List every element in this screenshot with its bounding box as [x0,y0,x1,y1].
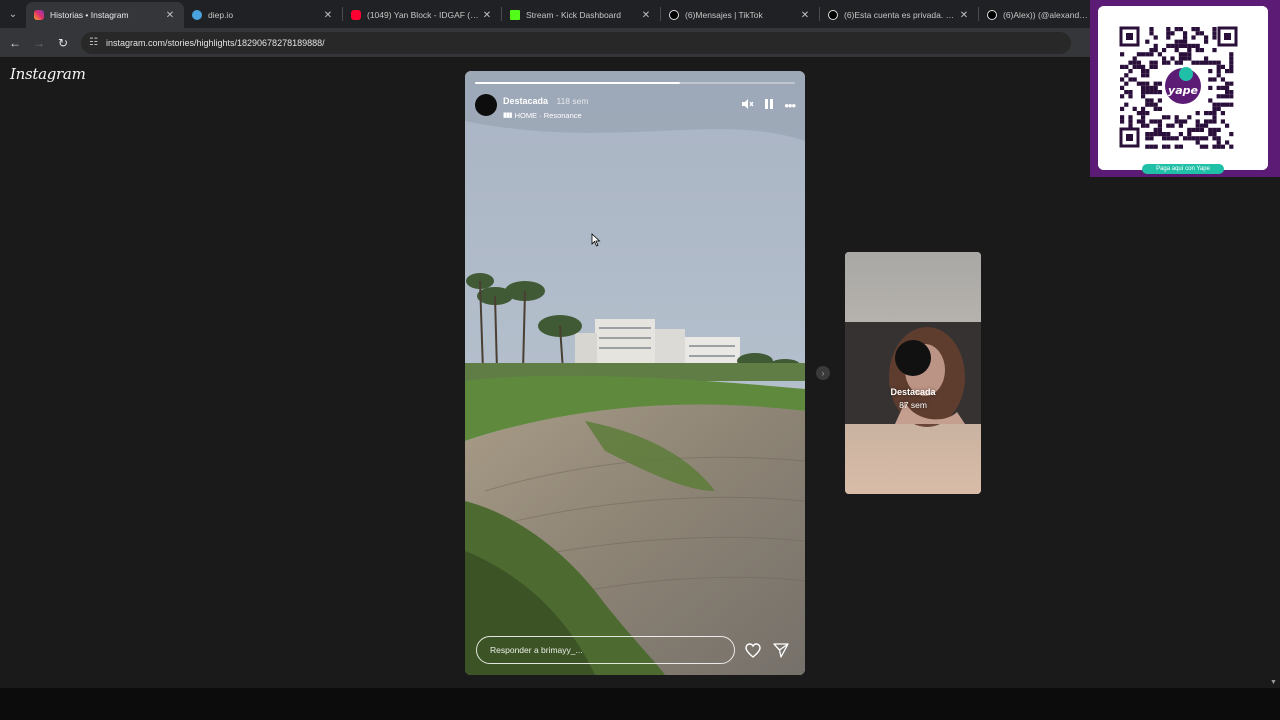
tiktok-icon [669,10,679,20]
tab-tiktok-messages[interactable]: (6)Mensajes | TikTok ✕ [661,2,819,28]
music-title: HOME · Resonance [514,110,582,120]
tab-title: (6)Esta cuenta es privada. Sigu [844,10,958,20]
qr-code: yape [1098,6,1268,170]
kick-icon [510,10,520,20]
tab-kick[interactable]: Stream - Kick Dashboard ✕ [502,2,660,28]
tab-title: (6)Mensajes | TikTok [685,10,763,20]
qr-overlay: yape Paga aquí con Yape [1090,0,1280,177]
url-text: instagram.com/stories/highlights/1829067… [105,37,325,48]
story-meta: Destacada 118 sem ▮▮▮ HOME · Resonance [503,91,741,120]
close-tab-icon[interactable]: ✕ [322,10,334,21]
close-tab-icon[interactable]: ✕ [958,10,970,21]
instagram-icon [34,10,44,20]
youtube-icon [351,10,361,20]
story-progress-bar [475,82,795,84]
story-time: 118 sem [556,95,589,106]
close-tab-icon[interactable]: ✕ [799,10,811,21]
tab-youtube[interactable]: (1049) Yan Block - IDGAF (Vide ✕ [343,2,501,28]
story-viewer[interactable]: Destacada 118 sem ▮▮▮ HOME · Resonance •… [465,71,805,675]
forward-icon[interactable]: → [27,31,51,55]
close-tab-icon[interactable]: ✕ [640,10,652,21]
scroll-down-icon[interactable]: ▼ [1270,679,1277,686]
tab-diep[interactable]: diep.io ✕ [184,2,342,28]
instagram-logo[interactable]: Instagram [10,65,86,83]
diep-icon [192,10,202,20]
preview-username: Destacada [890,387,936,397]
yape-logo: yape [1168,84,1198,97]
browser-window: ⌄ Historias • Instagram ✕ diep.io ✕ (104… [0,0,1280,720]
tab-title: (1049) Yan Block - IDGAF (Vide [367,10,481,20]
send-icon[interactable] [771,640,791,660]
story-music[interactable]: ▮▮▮ HOME · Resonance [503,111,741,120]
tab-search-icon[interactable]: ⌄ [0,0,26,28]
story-progress-fill [475,82,680,84]
tab-tiktok-private[interactable]: (6)Esta cuenta es privada. Sigu ✕ [820,2,978,28]
reply-input[interactable] [476,636,735,664]
reload-icon[interactable]: ↻ [51,31,75,55]
instagram-page: Instagram Destacada 118 sem ▮▮▮ HOME · R… [0,57,1280,688]
qr-caption: Paga aquí con Yape [1142,164,1224,174]
tiktok-icon [828,10,838,20]
tab-strip: ⌄ Historias • Instagram ✕ diep.io ✕ (104… [0,0,1280,28]
next-story-preview[interactable]: Destacada 87 sem [845,252,981,494]
heart-icon[interactable] [743,640,763,660]
story-photo [465,71,805,675]
avatar[interactable] [475,94,497,116]
mouse-cursor-icon [591,233,601,247]
tab-title: diep.io [208,10,234,20]
tiktok-icon [987,10,997,20]
next-story-arrow-icon[interactable]: › [816,366,830,380]
preview-time: 87 sem [899,400,927,410]
pause-icon[interactable] [764,98,774,113]
back-icon[interactable]: ← [3,31,27,55]
close-tab-icon[interactable]: ✕ [481,10,493,21]
tab-title: Historias • Instagram [50,10,129,20]
mute-icon[interactable] [741,98,754,113]
close-tab-icon[interactable]: ✕ [164,10,176,21]
tab-title: (6)Alex)) (@alexanderrufas [1003,10,1089,20]
reply-row [476,636,796,664]
avatar [895,340,931,376]
tab-instagram[interactable]: Historias • Instagram ✕ [26,2,184,28]
address-bar[interactable]: ☷ instagram.com/stories/highlights/18290… [81,31,1071,54]
more-icon[interactable]: ••• [784,98,796,113]
bottom-strip [0,688,1280,720]
story-controls: ••• [741,98,796,113]
tab-tiktok-alex[interactable]: (6)Alex)) (@alexanderrufas [979,2,1097,28]
browser-toolbar: ← → ↻ ☷ instagram.com/stories/highlights… [0,28,1280,57]
music-bars-icon: ▮▮▮ [503,112,513,119]
story-username[interactable]: Destacada [503,96,548,106]
story-header: Destacada 118 sem ▮▮▮ HOME · Resonance •… [475,91,796,120]
tab-title: Stream - Kick Dashboard [526,10,621,20]
site-info-icon[interactable]: ☷ [89,37,98,48]
